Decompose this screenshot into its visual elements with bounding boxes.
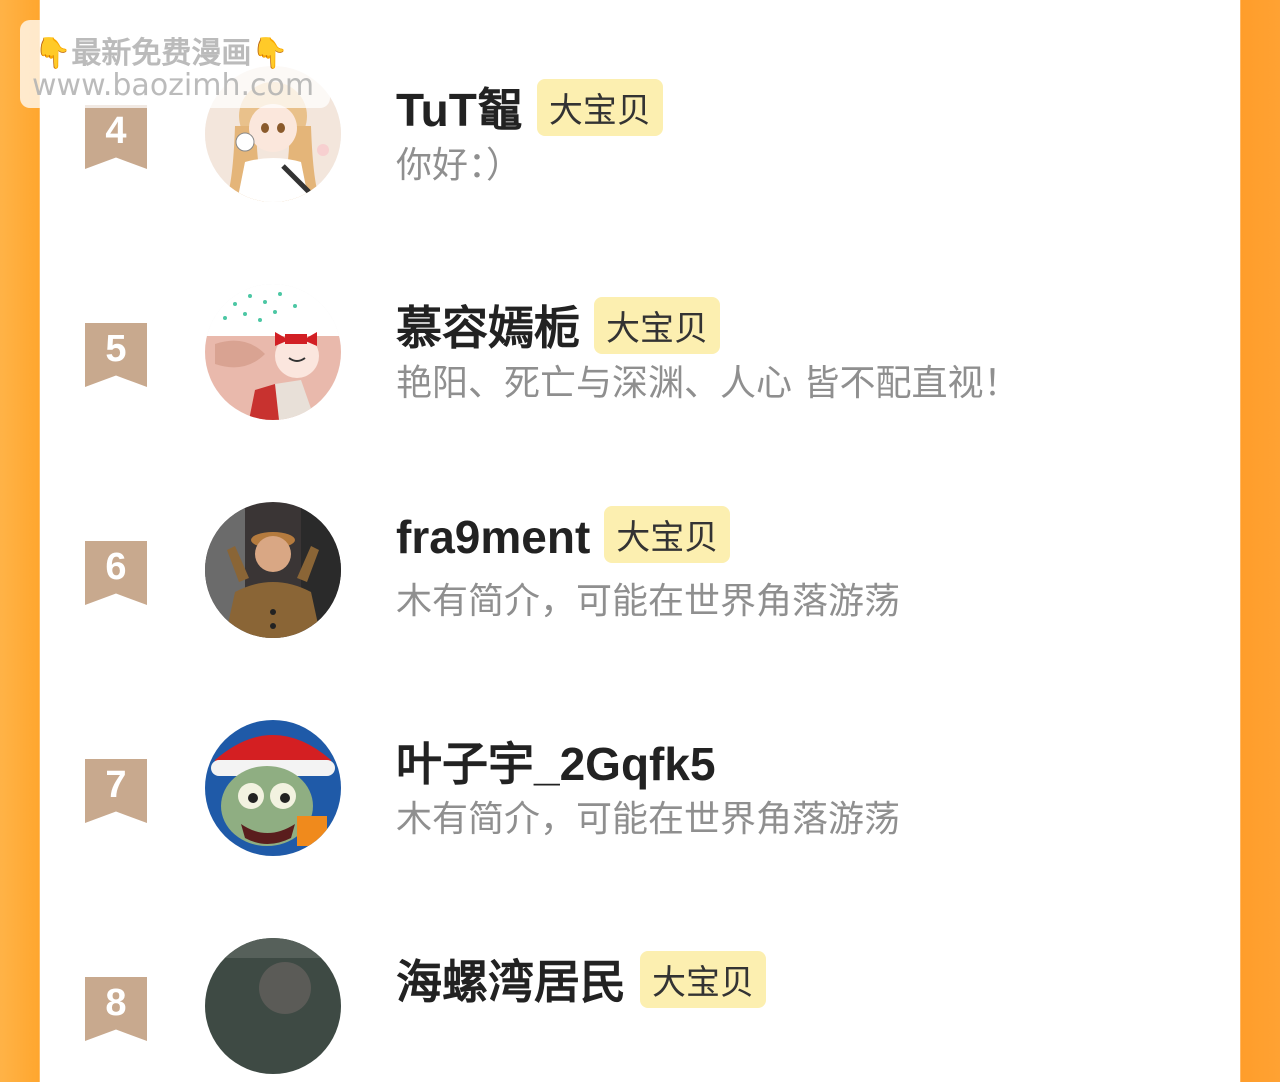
avatar[interactable] [205,720,341,856]
badge-label: 大宝贝 [640,951,766,1009]
user-name-text: 慕容嫣栀 [396,302,580,354]
user-bio: 木有简介，可能在世界角落游荡 [396,581,901,622]
user-bio: 木有简介，可能在世界角落游荡 [396,799,901,840]
user-name[interactable]: 慕容嫣栀 大宝贝 [396,292,720,360]
pointing-down-icon: 👇 [34,36,72,71]
user-name[interactable]: 叶子宇_2Gqfk5 [396,728,716,794]
user-name-text: fra9ment [396,511,591,563]
watermark-text: 最新免费漫画 [71,36,252,71]
user-bio: 你好：） [396,145,523,186]
badge-label: 大宝贝 [594,297,720,355]
user-name-text: TuT鼅 [396,84,523,136]
rank-ribbon: 6 [85,541,147,605]
avatar[interactable] [205,938,341,1074]
user-bio: 艳阳、死亡与深渊、人心 皆不配直视！ [396,363,1020,404]
rank-ribbon: 5 [85,323,147,387]
ranking-list: 4 TuT鼅 大宝贝 你好：） 5 慕容嫣栀 大宝贝 艳阳、死亡与深渊、人心 皆… [40,0,1240,1074]
avatar[interactable] [205,284,341,420]
list-item[interactable]: 7 叶子宇_2Gqfk5 木有简介，可能在世界角落游荡 [40,714,1240,864]
list-item[interactable]: 5 慕容嫣栀 大宝贝 艳阳、死亡与深渊、人心 皆不配直视！ [40,278,1240,428]
watermark-title: 👇最新免费漫画👇 [34,28,289,72]
badge-label: 大宝贝 [604,506,731,564]
pointing-down-icon: 👇 [251,36,289,71]
user-name[interactable]: TuT鼅 大宝贝 [396,74,663,142]
badge-label: 大宝贝 [536,79,663,137]
rank-ribbon: 8 [85,977,147,1041]
rank-ribbon: 4 [85,105,147,169]
list-item[interactable]: 6 fra9ment 大宝贝 木有简介，可能在世界角落游荡 [40,496,1240,646]
user-name-text: 海螺湾居民 [396,956,626,1008]
user-name[interactable]: fra9ment 大宝贝 [396,506,731,569]
watermark: 👇最新免费漫画👇 www.baozimh.com [20,20,330,108]
rank-ribbon: 7 [85,759,147,823]
user-name[interactable]: 海螺湾居民 大宝贝 [396,946,766,1014]
list-item[interactable]: 8 海螺湾居民 大宝贝 [40,932,1240,1082]
avatar[interactable] [205,502,341,638]
watermark-url: www.baozimh.com [32,68,315,103]
